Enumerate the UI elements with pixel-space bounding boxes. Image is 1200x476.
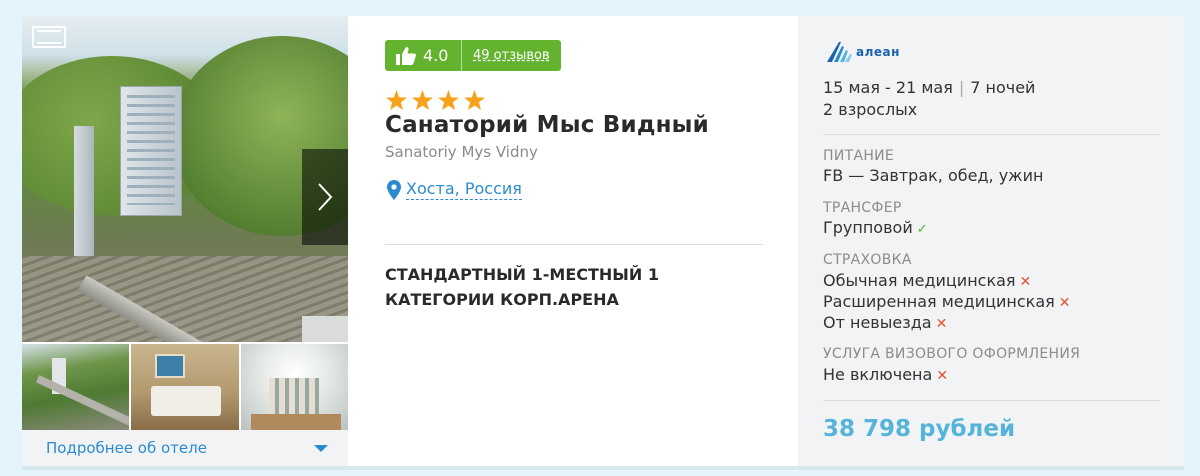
reviews-link[interactable]: 49 отзывов xyxy=(473,48,550,63)
insurance-label: СТРАХОВКА xyxy=(823,252,912,268)
divider xyxy=(823,400,1160,401)
chevron-down-icon xyxy=(314,444,328,452)
hotel-location[interactable]: Хоста, Россия xyxy=(387,179,522,200)
cross-icon: ✕ xyxy=(1058,295,1071,311)
meal-label: ПИТАНИЕ xyxy=(823,148,895,164)
hotel-details-label: Подробнее об отеле xyxy=(46,439,207,457)
room-type: Стандартный 1-местный 1 категории корп.А… xyxy=(385,265,659,309)
insurance-item: От невыезда ✕ xyxy=(823,313,947,332)
transfer-value: Групповой ✓ xyxy=(823,218,928,237)
check-icon: ✓ xyxy=(916,222,928,237)
chevron-right-icon xyxy=(318,183,333,211)
nights-count: 7 ночей xyxy=(970,78,1036,97)
cross-icon: ✕ xyxy=(936,368,949,384)
offer-summary: алеан 15 мая - 21 мая | 7 ночей 2 взрослых… xyxy=(798,16,1184,466)
insurance-item: Обычная медицинская ✕ xyxy=(823,271,1031,290)
star-icon xyxy=(412,90,433,110)
hotel-info: 4.0 49 отзывов Санаторий Мыс Видный Sana… xyxy=(385,16,765,466)
thumbnail-hall[interactable] xyxy=(240,344,348,430)
location-link[interactable]: Хоста, Россия xyxy=(406,179,522,200)
hotel-name: Санаторий Мыс Видный xyxy=(385,112,710,138)
thumbs-up-icon xyxy=(396,46,416,65)
main-photo[interactable] xyxy=(22,16,348,342)
rating-badge: 4.0 49 отзывов xyxy=(385,40,561,71)
insurance-name: От невыезда xyxy=(823,313,932,332)
location-pin-icon xyxy=(387,179,401,200)
operator-name: алеан xyxy=(856,45,900,59)
visa-label: УСЛУГА ВИЗОВОГО ОФОРМЛЕНИЯ xyxy=(823,346,1081,362)
thumbnail-exterior[interactable] xyxy=(22,344,130,430)
guests: 2 взрослых xyxy=(823,100,918,119)
transfer-type: Групповой xyxy=(823,218,913,237)
operator-logo: алеан xyxy=(824,40,900,64)
thumbnail-strip xyxy=(22,344,348,430)
fullscreen-icon[interactable] xyxy=(32,26,66,48)
hotel-card: Подробнее об отеле 4.0 49 отзывов Санато… xyxy=(22,16,1184,466)
cross-icon: ✕ xyxy=(935,316,948,332)
transfer-label: ТРАНСФЕР xyxy=(823,200,902,216)
insurance-name: Расширенная медицинская xyxy=(823,292,1055,311)
meal-value: FB — Завтрак, обед, ужин xyxy=(823,166,1044,185)
insurance-name: Обычная медицинская xyxy=(823,271,1016,290)
hotel-details-toggle[interactable]: Подробнее об отеле xyxy=(22,430,348,466)
star-icon xyxy=(438,90,459,110)
hotel-name-latin: Sanatoriy Mys Vidny xyxy=(385,143,538,161)
star-icon xyxy=(386,90,407,110)
visa-status: Не включена xyxy=(823,365,933,384)
date-range: 15 мая - 21 мая xyxy=(823,78,953,97)
next-photo-button[interactable] xyxy=(302,149,348,245)
star-icon xyxy=(464,90,485,110)
visa-value: Не включена ✕ xyxy=(823,365,948,384)
alean-logo-icon xyxy=(827,42,852,62)
divider xyxy=(385,244,763,245)
price: 38 798 рублей xyxy=(823,416,1016,442)
trip-dates: 15 мая - 21 мая | 7 ночей xyxy=(823,78,1036,97)
rating-score: 4.0 xyxy=(423,46,449,65)
divider xyxy=(823,134,1160,135)
insurance-item: Расширенная медицинская ✕ xyxy=(823,292,1070,311)
photo-gallery: Подробнее об отеле xyxy=(22,16,348,466)
star-rating xyxy=(386,90,485,110)
cross-icon: ✕ xyxy=(1019,274,1032,290)
thumbnail-room[interactable] xyxy=(131,344,239,430)
